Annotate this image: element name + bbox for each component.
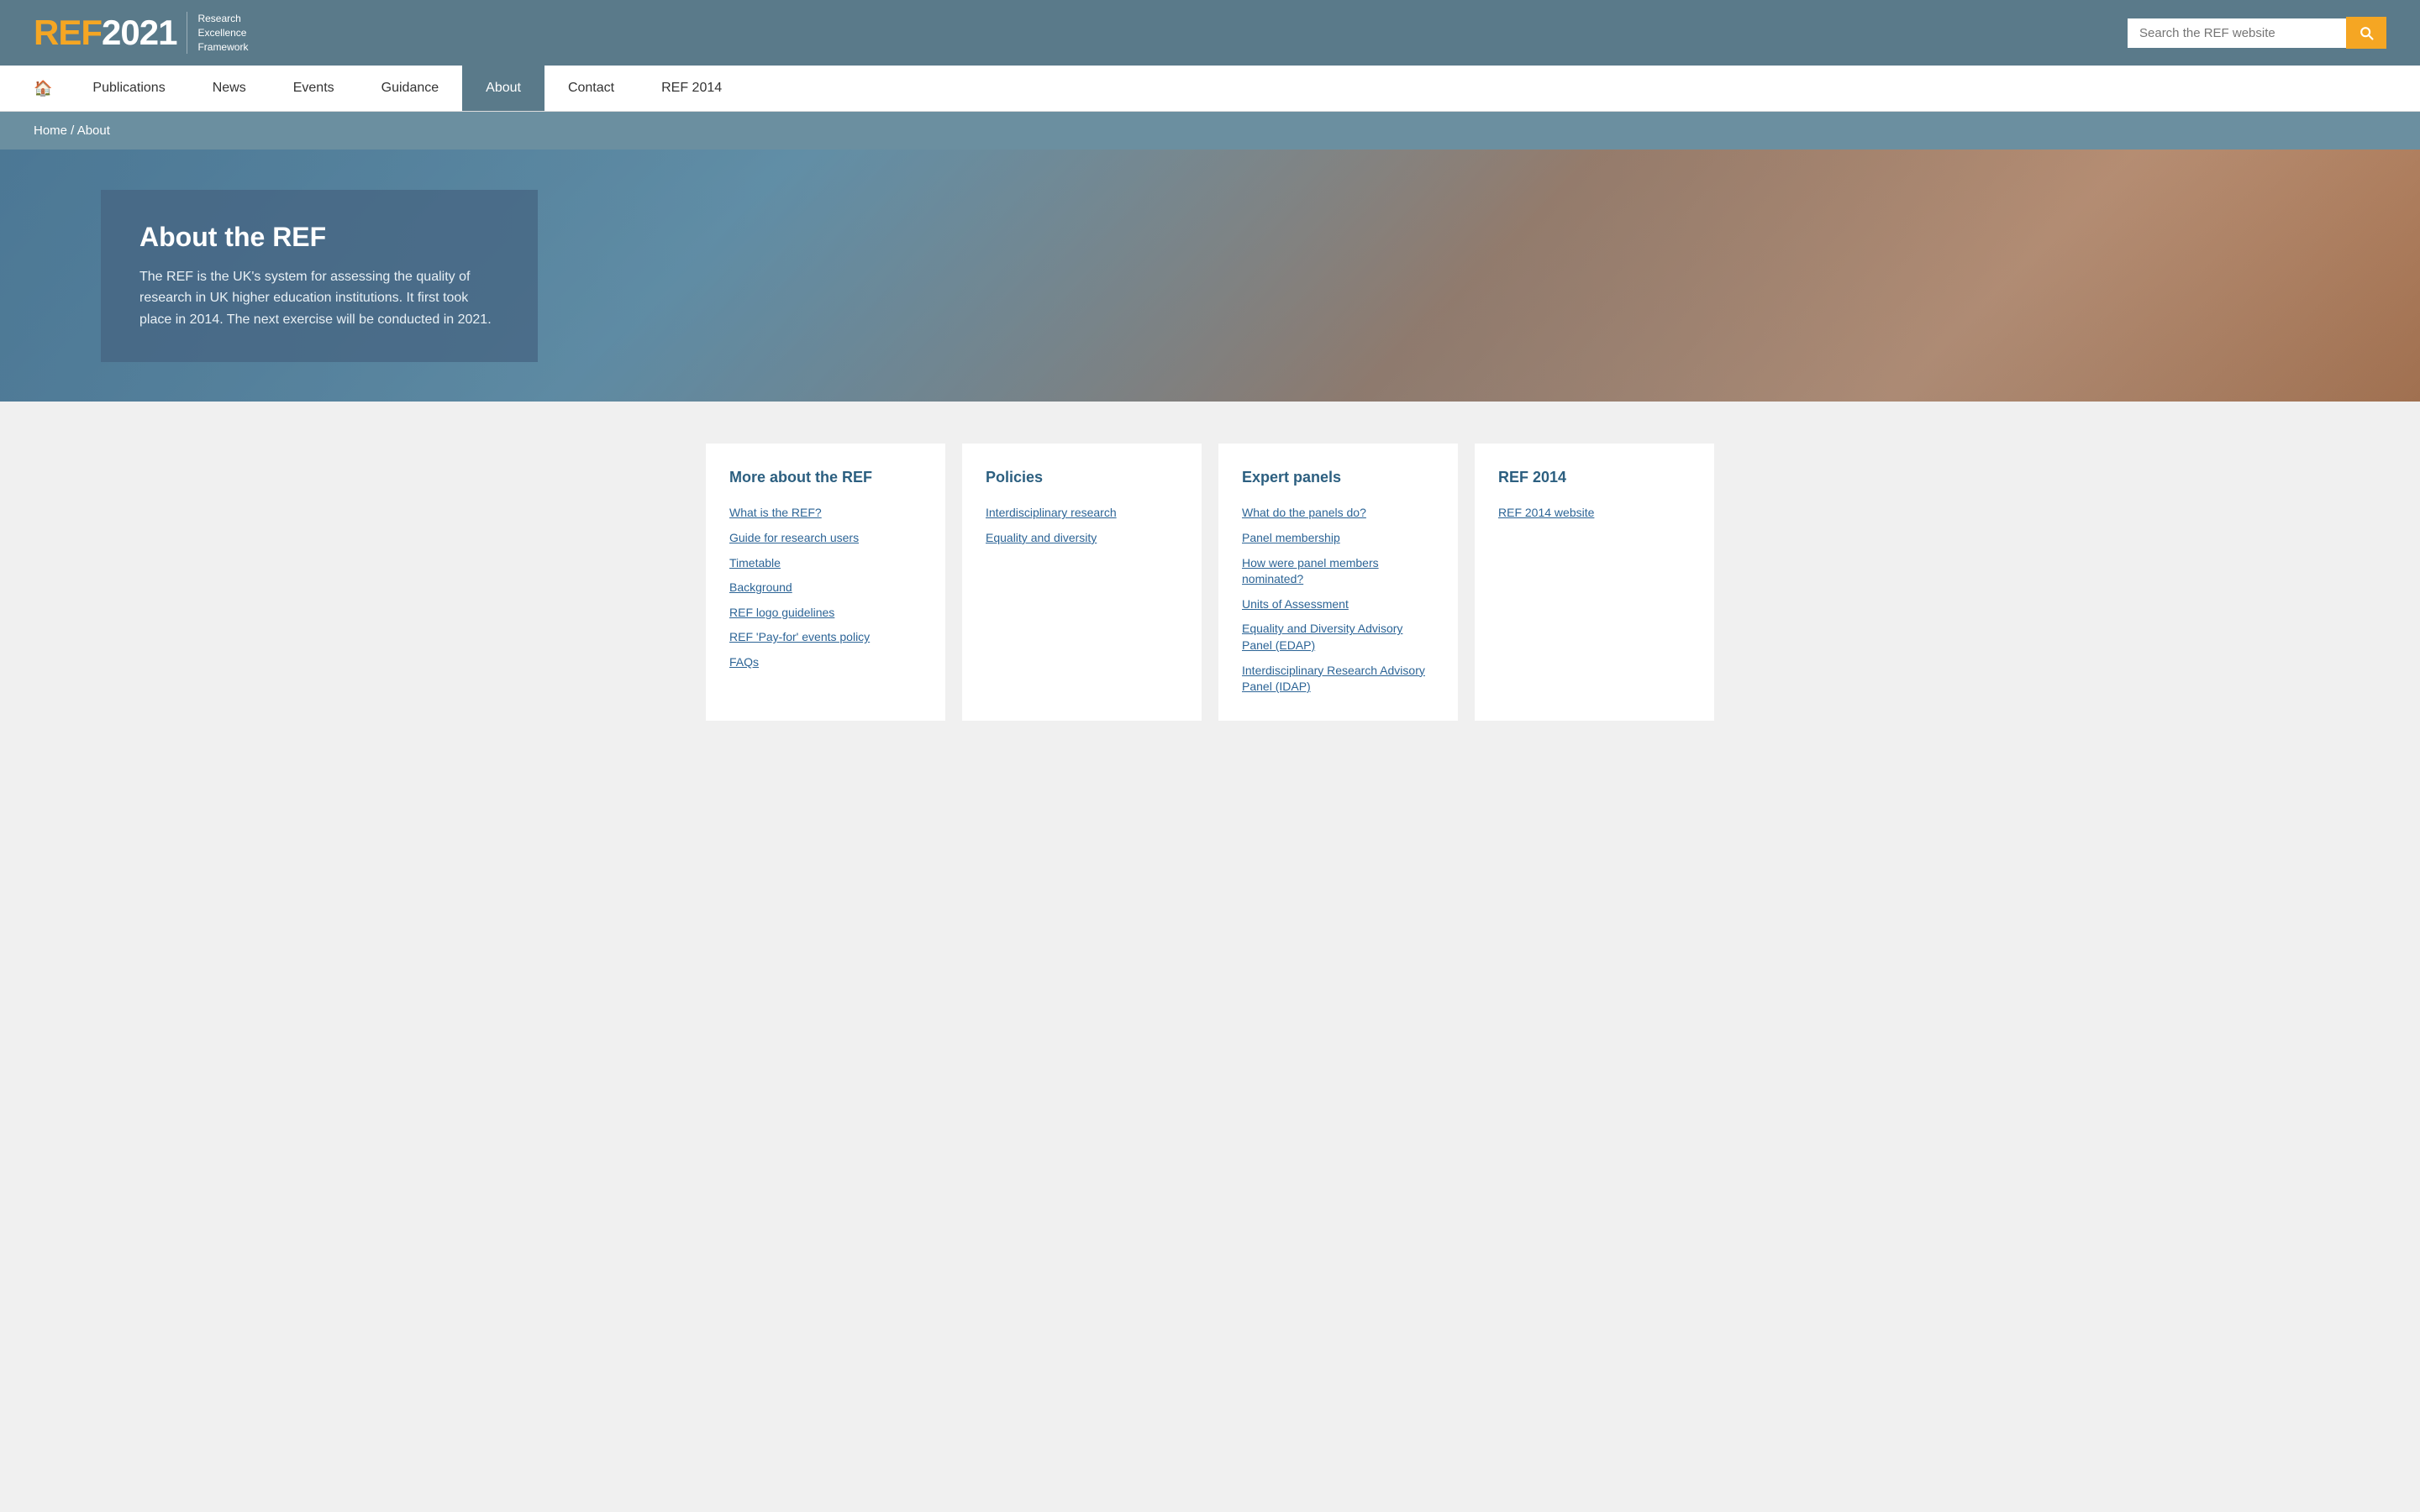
link-what-do-the-panels-do[interactable]: What do the panels do? (1242, 506, 1366, 519)
logo-ref: REF (34, 13, 102, 53)
nav-item-events[interactable]: Events (270, 66, 358, 111)
link-what-is-the-ref[interactable]: What is the REF? (729, 506, 822, 519)
breadcrumb-separator: / (67, 123, 77, 138)
list-item: Timetable (729, 555, 922, 572)
nav-item-ref2014[interactable]: REF 2014 (638, 66, 745, 111)
search-button[interactable] (2346, 17, 2386, 49)
card-more-about-title: More about the REF (729, 469, 922, 486)
search-container (2128, 17, 2386, 49)
list-item: Equality and diversity (986, 530, 1178, 547)
card-policies-title: Policies (986, 469, 1178, 486)
card-policies: Policies Interdisciplinary research Equali… (962, 444, 1202, 720)
cards-section: More about the REF What is the REF? Guide … (0, 402, 2420, 762)
link-faqs[interactable]: FAQs (729, 655, 759, 669)
nav-item-publications[interactable]: Publications (69, 66, 188, 111)
list-item: How were panel members nominated? (1242, 555, 1434, 588)
link-ref-logo-guidelines[interactable]: REF logo guidelines (729, 606, 834, 619)
cards-grid: More about the REF What is the REF? Guide … (706, 444, 1714, 720)
card-expert-panels-title: Expert panels (1242, 469, 1434, 486)
card-more-about: More about the REF What is the REF? Guide … (706, 444, 945, 720)
hero-section: About the REF The REF is the UK's system… (0, 150, 2420, 402)
site-header: REF 2021 Research Excellence Framework (0, 0, 2420, 66)
breadcrumb: Home / About (0, 112, 2420, 150)
list-item: What is the REF? (729, 505, 922, 522)
link-equality-and-diversity-advisory-panel-edap[interactable]: Equality and Diversity Advisory Panel (E… (1242, 622, 1402, 652)
logo-year: 2021 (102, 13, 176, 53)
link-units-of-assessment[interactable]: Units of Assessment (1242, 597, 1349, 611)
link-timetable[interactable]: Timetable (729, 556, 781, 570)
card-expert-panels: Expert panels What do the panels do? Panel… (1218, 444, 1458, 720)
search-input[interactable] (2128, 18, 2346, 48)
card-policies-links: Interdisciplinary research Equality and d… (986, 505, 1178, 546)
list-item: Guide for research users (729, 530, 922, 547)
list-item: Interdisciplinary Research Advisory Pane… (1242, 663, 1434, 696)
hero-title: About the REF (139, 222, 499, 253)
list-item: REF logo guidelines (729, 605, 922, 622)
hero-description: The REF is the UK's system for assessing… (139, 266, 499, 331)
logo-tagline: Research Excellence Framework (187, 12, 248, 54)
link-panel-membership[interactable]: Panel membership (1242, 531, 1340, 544)
card-more-about-links: What is the REF? Guide for research users… (729, 505, 922, 670)
list-item: Units of Assessment (1242, 596, 1434, 613)
nav-home[interactable]: 🏠 (17, 66, 69, 111)
link-interdisciplinary-research-advisory-panel-idap[interactable]: Interdisciplinary Research Advisory Pane… (1242, 664, 1425, 694)
card-ref-2014-title: REF 2014 (1498, 469, 1691, 486)
list-item: Interdisciplinary research (986, 505, 1178, 522)
logo[interactable]: REF 2021 Research Excellence Framework (34, 12, 248, 54)
nav-item-news[interactable]: News (189, 66, 270, 111)
list-item: FAQs (729, 654, 922, 671)
nav-item-contact[interactable]: Contact (544, 66, 638, 111)
list-item: Background (729, 580, 922, 596)
breadcrumb-current: About (77, 123, 110, 138)
card-expert-panels-links: What do the panels do? Panel membership Ho… (1242, 505, 1434, 695)
breadcrumb-home[interactable]: Home (34, 123, 67, 138)
link-equality-and-diversity[interactable]: Equality and diversity (986, 531, 1097, 544)
hero-content-box: About the REF The REF is the UK's system… (101, 190, 538, 363)
card-ref-2014-links: REF 2014 website (1498, 505, 1691, 522)
link-ref-pay-for-events-policy[interactable]: REF 'Pay-for' events policy (729, 630, 870, 643)
link-how-were-panel-members-nominated[interactable]: How were panel members nominated? (1242, 556, 1379, 586)
link-guide-for-research-users[interactable]: Guide for research users (729, 531, 859, 544)
list-item: Equality and Diversity Advisory Panel (E… (1242, 621, 1434, 654)
link-ref-2014-website[interactable]: REF 2014 website (1498, 506, 1594, 519)
link-interdisciplinary-research[interactable]: Interdisciplinary research (986, 506, 1117, 519)
card-ref-2014: REF 2014 REF 2014 website (1475, 444, 1714, 720)
list-item: REF 'Pay-for' events policy (729, 629, 922, 646)
search-icon (2358, 24, 2375, 41)
nav-item-guidance[interactable]: Guidance (358, 66, 463, 111)
list-item: Panel membership (1242, 530, 1434, 547)
list-item: REF 2014 website (1498, 505, 1691, 522)
main-nav: 🏠 Publications News Events Guidance Abou… (0, 66, 2420, 112)
link-background[interactable]: Background (729, 580, 792, 594)
list-item: What do the panels do? (1242, 505, 1434, 522)
nav-item-about[interactable]: About (462, 66, 544, 111)
